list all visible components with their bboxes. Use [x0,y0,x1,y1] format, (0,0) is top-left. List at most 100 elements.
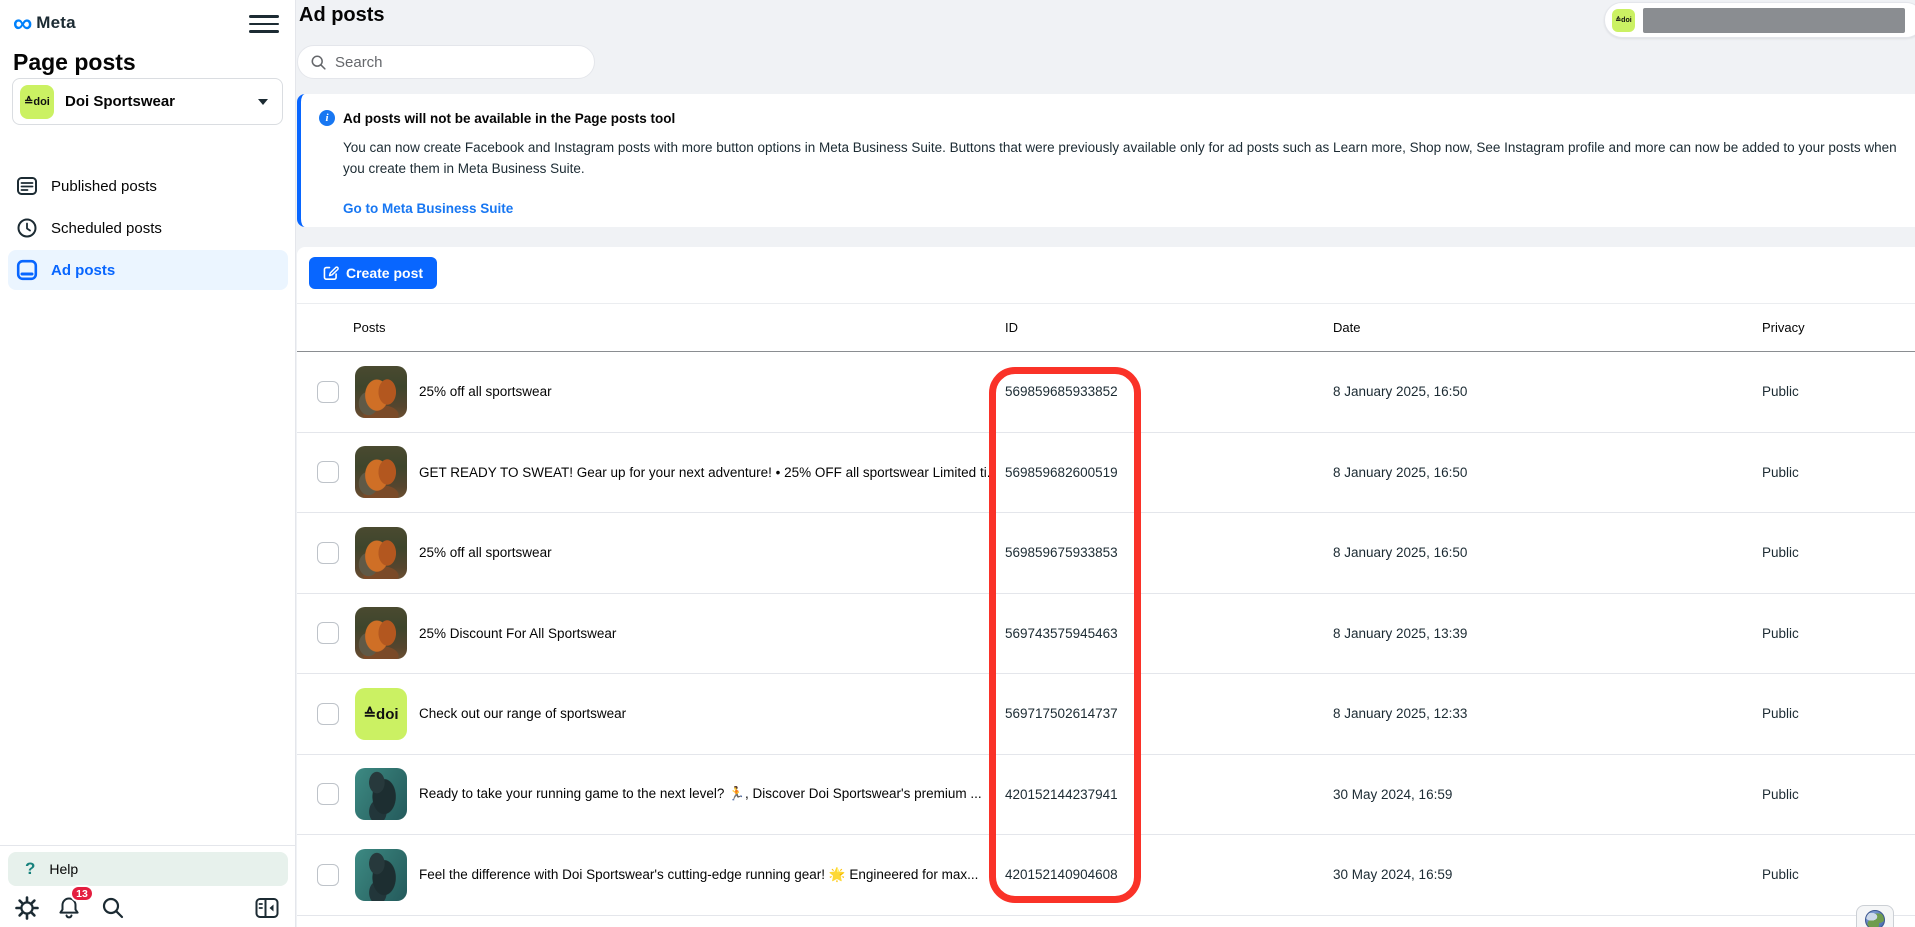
sidebar-item-scheduled-posts[interactable]: Scheduled posts [8,208,288,248]
meta-logo: ∞ Meta [13,10,281,36]
post-date: 30 May 2024, 16:59 [1333,867,1452,882]
post-text: Feel the difference with Doi Sportswear'… [419,867,991,883]
ad-posts-icon [16,259,38,281]
sidebar-item-published-posts[interactable]: Published posts [8,166,288,206]
table-row[interactable]: 25% off all sportswear 569859685933852 8… [297,352,1915,433]
post-text: GET READY TO SWEAT! Gear up for your nex… [419,465,991,480]
info-circle-icon: i [319,110,335,126]
page-selector-dropdown[interactable]: ≙doi Doi Sportswear [12,78,283,125]
table-body: 25% off all sportswear 569859685933852 8… [297,352,1915,916]
post-text: 25% off all sportswear [419,545,991,560]
table-row[interactable]: ≙doi Check out our range of sportswear 5… [297,674,1915,755]
panel-collapse-icon[interactable] [254,895,280,921]
sidebar-item-label: Published posts [51,178,157,195]
menu-icon[interactable] [249,10,279,38]
post-id: 569717502614737 [1005,706,1118,721]
sidebar-item-ad-posts[interactable]: Ad posts [8,250,288,290]
help-button[interactable]: ? Help [8,852,288,886]
profile-chip[interactable]: ≙doi [1604,2,1915,38]
compose-icon [323,265,339,281]
post-thumbnail: ≙doi [355,688,407,740]
profile-avatar: ≙doi [1612,9,1635,32]
post-thumbnail [355,849,407,901]
table-row[interactable]: 25% off all sportswear 569859675933853 8… [297,513,1915,594]
post-privacy: Public [1762,787,1799,802]
post-thumbnail [355,607,407,659]
column-header-id: ID [1005,320,1018,335]
row-checkbox[interactable] [317,381,339,403]
post-thumbnail [355,446,407,498]
row-checkbox[interactable] [317,542,339,564]
page-avatar: ≙doi [20,85,54,119]
row-checkbox[interactable] [317,864,339,886]
post-privacy: Public [1762,626,1799,641]
post-thumbnail [355,366,407,418]
go-to-meta-business-suite-link[interactable]: Go to Meta Business Suite [343,201,513,216]
main-content: Ad posts ≙doi i Ad posts will not be ava… [296,0,1915,927]
row-checkbox[interactable] [317,461,339,483]
globe-icon [1865,910,1885,927]
table-row[interactable]: Ready to take your running game to the n… [297,755,1915,836]
sidebar-divider [0,845,295,846]
post-privacy: Public [1762,384,1799,399]
search-box[interactable] [297,45,595,79]
help-label: Help [49,861,78,877]
post-privacy: Public [1762,706,1799,721]
post-id: 569859682600519 [1005,465,1118,480]
sidebar-bottom-icons: 13 [0,892,295,924]
sidebar-title: Page posts [13,49,295,76]
table-row[interactable]: GET READY TO SWEAT! Gear up for your nex… [297,433,1915,514]
post-id: 420152144237941 [1005,787,1118,802]
language-button[interactable] [1856,905,1894,927]
search-icon[interactable] [100,895,126,921]
post-text: 25% Discount For All Sportswear [419,626,991,641]
table-row[interactable]: 25% Discount For All Sportswear 56974357… [297,594,1915,675]
post-date: 30 May 2024, 16:59 [1333,787,1452,802]
post-date: 8 January 2025, 16:50 [1333,384,1467,399]
banner-body: You can now create Facebook and Instagra… [343,137,1902,179]
redacted-profile-name [1643,8,1905,33]
published-posts-icon [16,175,38,197]
create-post-label: Create post [346,265,423,281]
post-id: 569859685933852 [1005,384,1118,399]
sidebar: ∞ Meta Page posts ≙doi Doi Sportswear Pu… [0,0,296,927]
sidebar-item-label: Scheduled posts [51,220,162,237]
banner-title: Ad posts will not be available in the Pa… [343,111,675,126]
posts-table-card: Create post Posts ID Date Privacy 25% of… [297,247,1915,927]
table-header: Posts ID Date Privacy [297,303,1915,352]
create-post-button[interactable]: Create post [309,257,437,289]
page-name: Doi Sportswear [65,93,258,110]
gear-icon[interactable] [14,895,40,921]
clock-icon [16,217,38,239]
notification-badge: 13 [70,885,94,902]
search-input[interactable] [335,54,565,71]
search-icon [310,54,327,71]
post-id: 420152140904608 [1005,867,1118,882]
post-privacy: Public [1762,545,1799,560]
meta-logo-text: Meta [36,13,76,33]
post-id: 569743575945463 [1005,626,1118,641]
question-mark-icon: ? [25,859,35,879]
post-privacy: Public [1762,867,1799,882]
column-header-posts: Posts [353,320,386,335]
post-id: 569859675933853 [1005,545,1118,560]
row-checkbox[interactable] [317,783,339,805]
post-privacy: Public [1762,465,1799,480]
column-header-date: Date [1333,320,1360,335]
post-date: 8 January 2025, 13:39 [1333,626,1467,641]
post-date: 8 January 2025, 16:50 [1333,545,1467,560]
row-checkbox[interactable] [317,622,339,644]
row-checkbox[interactable] [317,703,339,725]
page-title: Ad posts [299,4,385,27]
post-text: 25% off all sportswear [419,384,991,399]
info-banner: i Ad posts will not be available in the … [297,94,1915,227]
post-text: Ready to take your running game to the n… [419,786,991,802]
chevron-down-icon [258,99,268,105]
post-thumbnail [355,768,407,820]
post-thumbnail [355,527,407,579]
post-date: 8 January 2025, 12:33 [1333,706,1467,721]
post-text: Check out our range of sportswear [419,706,991,721]
table-row[interactable]: Feel the difference with Doi Sportswear'… [297,835,1915,916]
column-header-privacy: Privacy [1762,320,1805,335]
post-date: 8 January 2025, 16:50 [1333,465,1467,480]
